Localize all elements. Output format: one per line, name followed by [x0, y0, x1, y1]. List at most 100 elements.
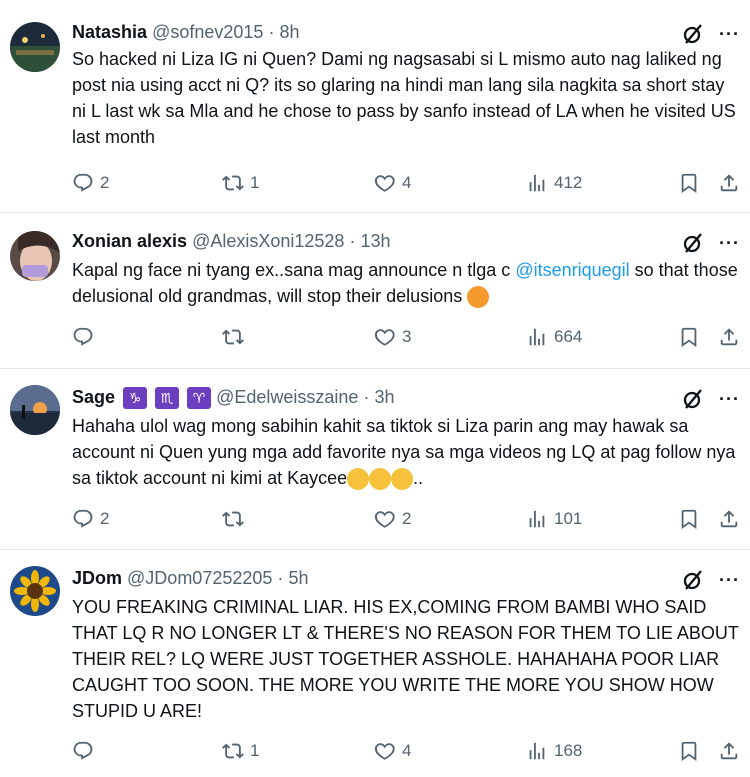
tweet[interactable]: Xonian alexis @AlexisXoni12528 · 13h ···…	[0, 213, 750, 369]
more-options-icon[interactable]: ···	[719, 570, 740, 591]
grok-icon[interactable]	[681, 568, 705, 592]
bookmark-icon	[678, 326, 700, 348]
tweet-text-part: Kapal ng face ni tyang ex..sana mag anno…	[72, 260, 516, 280]
action-bar: 1 4 168	[72, 740, 748, 766]
laughing-crying-emoji-icon	[369, 468, 392, 491]
timestamp[interactable]: 13h	[360, 231, 390, 251]
views-button[interactable]: 664	[526, 326, 582, 348]
grok-icon[interactable]	[681, 231, 705, 255]
heart-icon	[374, 508, 396, 530]
view-count: 101	[554, 509, 583, 528]
separator-dot: ·	[277, 568, 284, 588]
timestamp[interactable]: 3h	[374, 387, 394, 407]
mention-link[interactable]: @itsenriquegil	[515, 260, 629, 280]
like-count: 4	[402, 741, 412, 760]
views-icon	[526, 172, 548, 194]
reply-button[interactable]: 2	[72, 172, 109, 194]
laughing-crying-emoji-icon	[391, 468, 414, 491]
view-count: 412	[554, 173, 583, 192]
reply-icon	[72, 740, 94, 762]
bookmark-icon	[678, 508, 700, 530]
repost-icon	[222, 326, 244, 348]
tweet-header: Natashia @sofnev2015 · 8h	[72, 20, 299, 44]
reply-icon	[72, 508, 94, 530]
heart-icon	[374, 326, 396, 348]
zodiac-aries-icon: ♈	[187, 387, 212, 410]
bookmark-button[interactable]	[678, 172, 700, 194]
more-options-icon[interactable]: ···	[719, 233, 740, 254]
bookmark-icon	[678, 172, 700, 194]
share-button[interactable]	[718, 508, 740, 530]
views-icon	[526, 326, 548, 348]
user-handle[interactable]: @sofnev2015	[152, 22, 263, 42]
tired-face-emoji-icon	[467, 286, 490, 309]
zodiac-capricorn-icon: ♑	[123, 387, 148, 410]
views-button[interactable]: 168	[526, 740, 582, 762]
reply-icon	[72, 172, 94, 194]
avatar[interactable]	[10, 566, 60, 616]
like-button[interactable]: 2	[374, 508, 411, 530]
tweet[interactable]: Sage ♑ ♏ ♈ @Edelweisszaine · 3h ··· Haha…	[0, 369, 750, 550]
more-options-icon[interactable]: ···	[719, 24, 740, 45]
tweet-text: YOU FREAKING CRIMINAL LIAR. HIS EX,COMIN…	[72, 597, 739, 721]
timestamp[interactable]: 8h	[279, 22, 299, 42]
reply-count: 2	[100, 173, 110, 192]
share-button[interactable]	[718, 740, 740, 762]
share-icon	[718, 508, 740, 530]
reply-count: 2	[100, 509, 110, 528]
reply-button[interactable]: 2	[72, 508, 109, 530]
tweet[interactable]: Natashia @sofnev2015 · 8h ··· So hacked …	[0, 0, 750, 213]
reply-button[interactable]	[72, 740, 100, 762]
like-button[interactable]: 4	[374, 740, 411, 762]
user-handle[interactable]: @AlexisXoni12528	[192, 231, 344, 251]
display-name[interactable]: Sage	[72, 387, 115, 407]
share-button[interactable]	[718, 326, 740, 348]
tweet-text: Kapal ng face ni tyang ex..sana mag anno…	[72, 257, 742, 309]
repost-button[interactable]: 1	[222, 740, 259, 762]
tweet-text: Hahaha ulol wag mong sabihin kahit sa ti…	[72, 413, 742, 491]
avatar[interactable]	[10, 385, 60, 435]
tweet-text-part: ..	[413, 468, 424, 488]
like-button[interactable]: 4	[374, 172, 411, 194]
laughing-crying-emoji-icon	[347, 468, 370, 491]
user-handle[interactable]: @JDom07252205	[127, 568, 272, 588]
repost-button[interactable]: 1	[222, 172, 259, 194]
repost-count: 1	[250, 741, 260, 760]
view-count: 168	[554, 741, 583, 760]
repost-button[interactable]	[222, 326, 250, 348]
heart-icon	[374, 172, 396, 194]
timestamp[interactable]: 5h	[288, 568, 308, 588]
repost-icon	[222, 508, 244, 530]
grok-icon[interactable]	[681, 22, 705, 46]
like-count: 4	[402, 173, 412, 192]
like-count: 3	[402, 327, 412, 346]
avatar[interactable]	[10, 22, 60, 72]
reply-button[interactable]	[72, 326, 100, 348]
more-options-icon[interactable]: ···	[719, 389, 740, 410]
bookmark-button[interactable]	[678, 326, 700, 348]
user-handle[interactable]: @Edelweisszaine	[216, 387, 358, 407]
like-count: 2	[402, 509, 412, 528]
grok-icon[interactable]	[681, 387, 705, 411]
bookmark-icon	[678, 740, 700, 762]
views-icon	[526, 508, 548, 530]
share-button[interactable]	[718, 172, 740, 194]
bookmark-button[interactable]	[678, 740, 700, 762]
repost-count: 1	[250, 173, 260, 192]
display-name[interactable]: Xonian alexis	[72, 231, 187, 251]
like-button[interactable]: 3	[374, 326, 411, 348]
bookmark-button[interactable]	[678, 508, 700, 530]
action-bar: 2 1 4 412	[72, 172, 748, 198]
views-button[interactable]: 101	[526, 508, 582, 530]
avatar[interactable]	[10, 231, 60, 281]
display-name[interactable]: JDom	[72, 568, 122, 588]
repost-button[interactable]	[222, 508, 250, 530]
share-icon	[718, 740, 740, 762]
tweet-header: Xonian alexis @AlexisXoni12528 · 13h	[72, 229, 391, 253]
tweet[interactable]: JDom @JDom07252205 · 5h ··· YOU FREAKING…	[0, 550, 750, 777]
tweet-header: JDom @JDom07252205 · 5h	[72, 566, 308, 590]
views-button[interactable]: 412	[526, 172, 582, 194]
display-name[interactable]: Natashia	[72, 22, 147, 42]
action-bar: 3 664	[72, 326, 748, 352]
tweet-header: Sage ♑ ♏ ♈ @Edelweisszaine · 3h	[72, 385, 395, 410]
